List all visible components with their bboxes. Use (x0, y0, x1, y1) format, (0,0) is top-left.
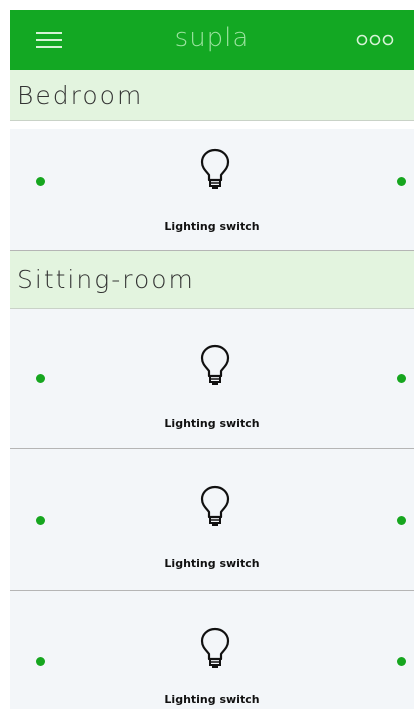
channel-caption: Lighting switch (164, 220, 260, 233)
status-dot-left (36, 177, 45, 186)
channel-item[interactable]: Lighting switch (10, 129, 414, 251)
light-bulb-icon (200, 344, 230, 386)
top-app-bar: supla (10, 10, 414, 70)
status-dot-right (397, 516, 406, 525)
app-screen: supla Bedroom Lighting switch Sitting-ro… (0, 0, 414, 709)
channel-caption: Lighting switch (164, 693, 260, 706)
light-bulb-icon (200, 485, 230, 527)
status-dot-left (36, 374, 45, 383)
light-bulb-icon (200, 148, 230, 190)
channel-caption: Lighting switch (164, 417, 260, 430)
more-options-icon (356, 34, 394, 46)
channel-item[interactable]: Lighting switch (10, 449, 414, 591)
location-header-sitting-room[interactable]: Sitting-room (10, 251, 414, 309)
status-dot-left (36, 657, 45, 666)
status-dot-right (397, 374, 406, 383)
status-dot-left (36, 516, 45, 525)
location-name: Bedroom (17, 81, 144, 110)
location-name: Sitting-room (17, 265, 195, 294)
status-dot-right (397, 657, 406, 666)
channel-item[interactable]: Lighting switch (10, 309, 414, 449)
channel-list[interactable]: Bedroom Lighting switch Sitting-room Lig… (10, 70, 414, 709)
more-options-button[interactable] (354, 32, 396, 48)
channel-caption: Lighting switch (164, 557, 260, 570)
light-bulb-icon (200, 627, 230, 669)
location-header-bedroom[interactable]: Bedroom (10, 70, 414, 121)
status-dot-right (397, 177, 406, 186)
channel-item[interactable]: Lighting switch (10, 591, 414, 709)
